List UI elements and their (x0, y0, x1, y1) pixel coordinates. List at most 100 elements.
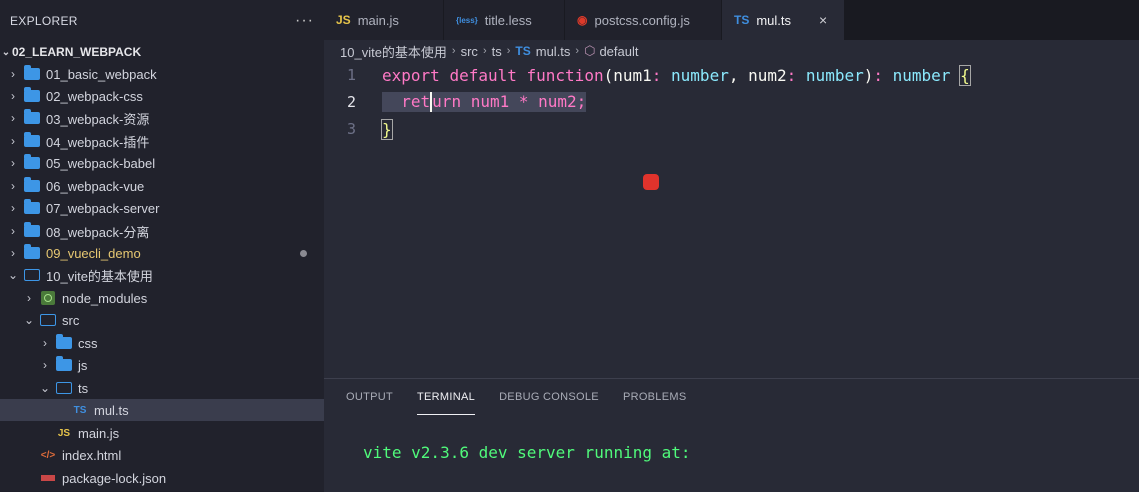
tab-title-less[interactable]: {less} title.less (444, 0, 565, 40)
postcss-file-icon: ◉ (577, 13, 588, 27)
tree-folder[interactable]: › 05_webpack-babel (0, 152, 324, 174)
tree-label: 01_basic_webpack (46, 66, 157, 82)
tree-label: 05_webpack-babel (46, 155, 156, 171)
chevron-right-icon: › (11, 111, 15, 125)
folder-open-icon (56, 381, 72, 395)
folder-icon (24, 244, 40, 260)
tree-label: src (62, 312, 80, 328)
more-actions-icon[interactable]: ··· (295, 12, 314, 30)
code-line: 3 } (324, 116, 393, 142)
code-editor[interactable]: 1 export default function(num1: number, … (324, 62, 1139, 378)
tree-label: package-lock.json (62, 470, 167, 486)
tab-postcss-config[interactable]: ◉ postcss.config.js (565, 0, 722, 40)
tree-file[interactable]: </> index.html (0, 444, 324, 466)
chevron-right-icon: › (482, 45, 487, 57)
folder-icon (24, 199, 40, 215)
javascript-file-icon: JS (57, 427, 71, 439)
token: number (892, 65, 951, 85)
chevron-right-icon: › (43, 336, 47, 350)
token: : (786, 65, 797, 85)
token: default (449, 65, 517, 85)
token: } (381, 118, 393, 140)
folder-icon (24, 109, 40, 125)
explorer-header: EXPLORER ··· (0, 0, 324, 42)
javascript-file-icon: JS (336, 13, 351, 27)
tree-file[interactable]: JS main.js (0, 422, 324, 444)
code-line: 1 export default function(num1: number, … (324, 62, 971, 88)
node-modules-icon (40, 291, 56, 305)
panel-tabs: OUTPUT TERMINAL DEBUG CONSOLE PROBLEMS (324, 379, 1139, 415)
chevron-down-icon: ⌄ (39, 381, 51, 395)
tree-folder-open[interactable]: ⌄ ts (0, 377, 324, 399)
token: : (873, 65, 883, 85)
modified-dot-icon (300, 249, 307, 257)
breadcrumb-item[interactable]: mul.ts (536, 44, 571, 59)
line-number: 1 (346, 66, 356, 84)
tree-folder[interactable]: › node_modules (0, 287, 324, 309)
terminal-output: vite v2.3.6 dev server running at: (363, 443, 691, 462)
folder-icon (56, 356, 72, 372)
token: ) (863, 65, 874, 85)
workspace-root[interactable]: ⌄ 02_LEARN_WEBPACK (0, 42, 324, 62)
tab-problems[interactable]: PROBLEMS (623, 379, 687, 415)
tree-folder[interactable]: › 01_basic_webpack (0, 63, 324, 85)
typescript-file-icon: TS (734, 13, 750, 27)
breadcrumb-item[interactable]: 10_vite的基本使用 (340, 42, 447, 61)
tab-debug-console[interactable]: DEBUG CONSOLE (499, 379, 599, 415)
tab-mul-ts[interactable]: TS mul.ts × (722, 0, 845, 40)
tree-folder-open[interactable]: ⌄ 10_vite的基本使用 (0, 264, 324, 286)
tab-label: mul.ts (756, 12, 792, 28)
tree-folder[interactable]: › 06_webpack-vue (0, 175, 324, 197)
code-text: export default function(num1: number, nu… (382, 64, 971, 86)
chevron-right-icon: › (11, 179, 15, 193)
tab-main-js[interactable]: JS main.js (324, 0, 444, 40)
explorer-title: EXPLORER (10, 14, 78, 28)
breadcrumb-item[interactable]: default (599, 44, 638, 59)
tree-folder[interactable]: › css (0, 332, 324, 354)
folder-icon (24, 177, 40, 193)
token: export (382, 65, 440, 85)
breadcrumb-item[interactable]: src (461, 44, 478, 59)
folder-icon (24, 222, 40, 238)
breadcrumb-item[interactable]: ts (492, 44, 502, 59)
chevron-right-icon: › (11, 156, 15, 170)
tree-label: js (78, 357, 88, 373)
token: urn (432, 91, 462, 111)
tree-folder[interactable]: › 04_webpack-插件 (0, 130, 324, 152)
tree-label: css (78, 335, 98, 351)
typescript-file-icon: TS (73, 404, 87, 416)
tree-file-selected[interactable]: TS mul.ts (0, 399, 324, 421)
chevron-right-icon: › (575, 45, 580, 57)
tree-folder-open[interactable]: ⌄ src (0, 309, 324, 331)
token: num1 (613, 65, 652, 85)
tab-terminal[interactable]: TERMINAL (417, 379, 476, 415)
token: function (526, 65, 604, 85)
chevron-right-icon: › (11, 134, 15, 148)
tree-label: 09_vuecli_demo (46, 245, 141, 261)
tree-folder[interactable]: › 09_vuecli_demo (0, 242, 324, 264)
token: number (671, 65, 729, 85)
folder-open-icon (40, 313, 56, 327)
close-icon[interactable]: × (819, 12, 827, 28)
line-number: 2 (346, 93, 356, 111)
tree-folder[interactable]: › js (0, 354, 324, 376)
chevron-right-icon: › (11, 89, 15, 103)
chevron-down-icon: ⌄ (7, 268, 19, 282)
chevron-right-icon: › (11, 224, 15, 238)
tree-file[interactable]: package-lock.json (0, 467, 324, 489)
npm-icon (40, 471, 56, 485)
folder-icon (24, 65, 40, 81)
tree-folder[interactable]: › 07_webpack-server (0, 197, 324, 219)
folder-icon (56, 334, 72, 350)
pointer-marker (643, 174, 659, 190)
chevron-right-icon: › (43, 358, 47, 372)
tree-folder[interactable]: › 02_webpack-css (0, 85, 324, 107)
tree-folder[interactable]: › 03_webpack-资源 (0, 107, 324, 129)
token: num1 * num2; (470, 91, 587, 111)
tree-label: 02_webpack-css (46, 88, 143, 104)
tree-folder[interactable]: › 08_webpack-分离 (0, 220, 324, 242)
workspace-root-label: 02_LEARN_WEBPACK (12, 45, 142, 59)
token: num2 (748, 65, 787, 85)
token: { (959, 64, 971, 86)
tab-output[interactable]: OUTPUT (346, 379, 393, 415)
